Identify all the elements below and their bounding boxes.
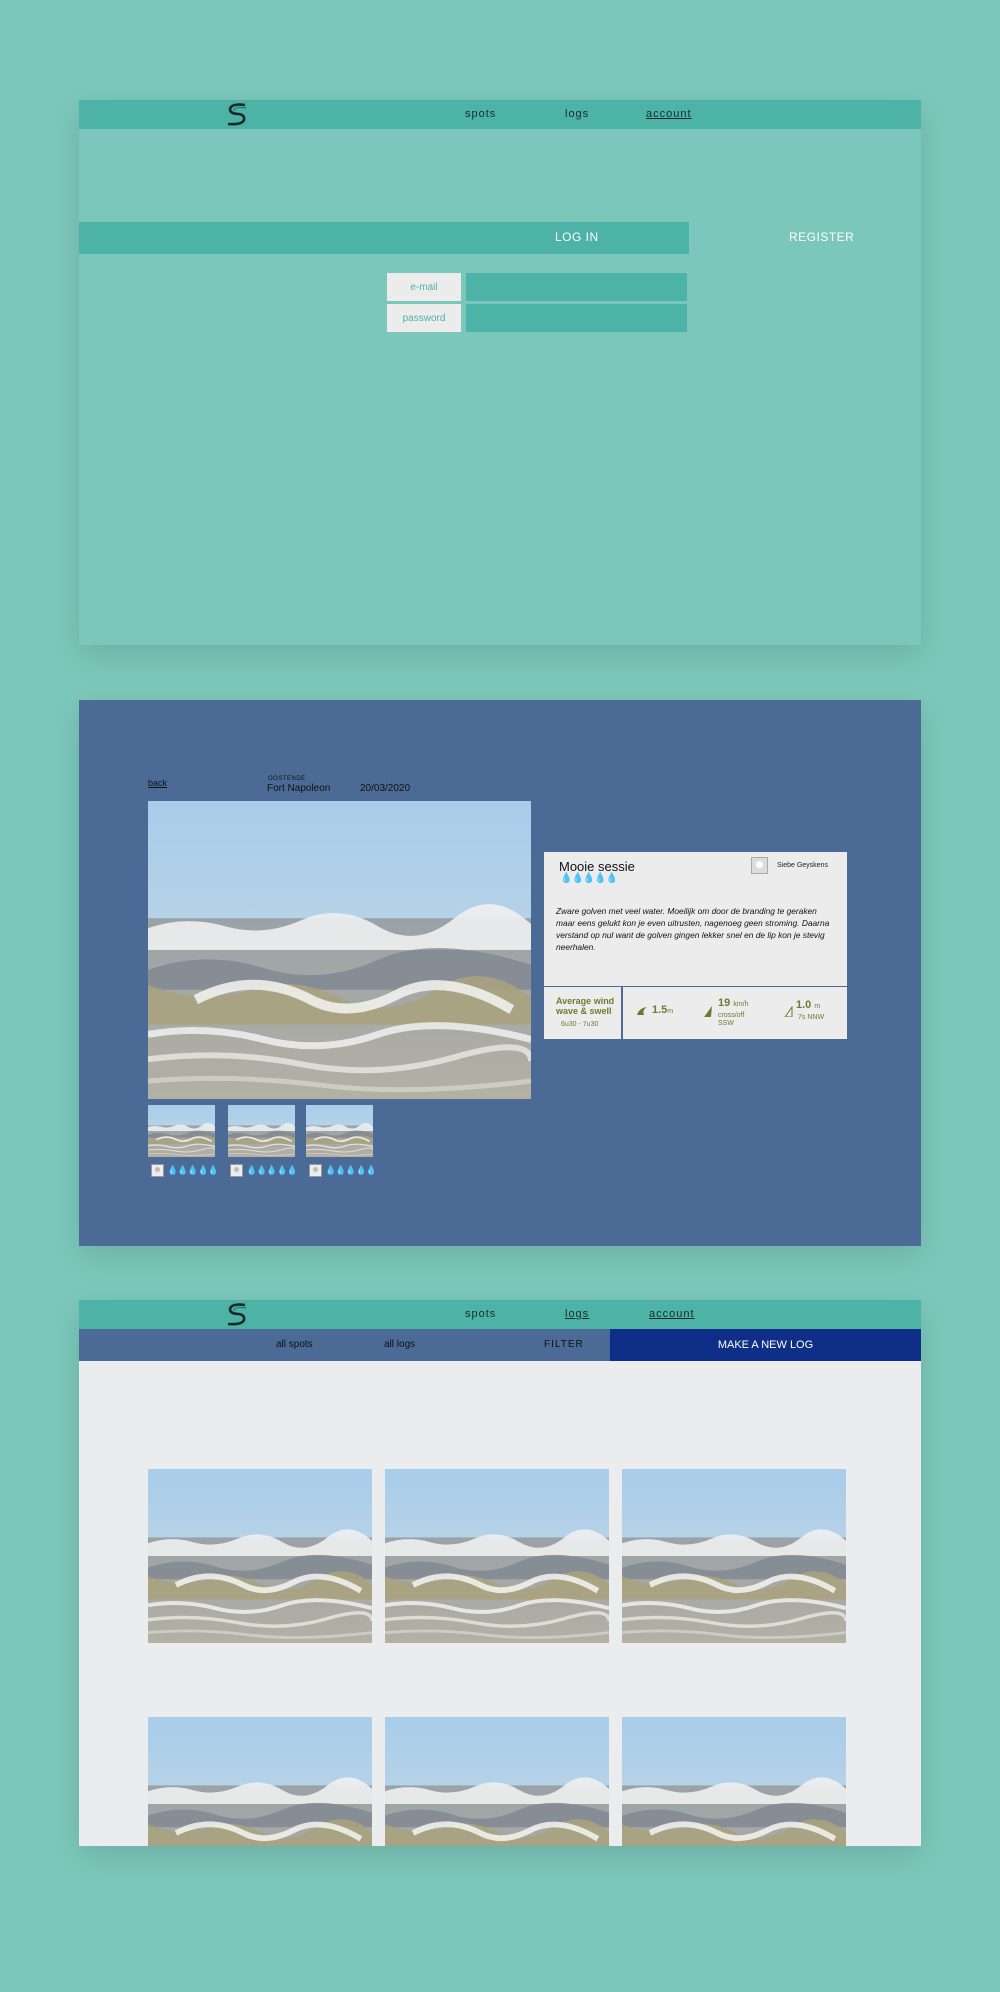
wind-compass: SSW [718, 1020, 734, 1027]
all-logs-link[interactable]: all logs [384, 1339, 415, 1350]
swell-period: 7s NNW [798, 1014, 825, 1021]
swell-height-unit: m [814, 1003, 821, 1010]
password-label: password [387, 304, 461, 332]
log-photo[interactable] [148, 1469, 372, 1643]
conditions-stats: Average wind wave & swell 6u30 - 7u30 1.… [544, 986, 847, 1040]
log-photo[interactable] [385, 1717, 609, 1846]
avatar [151, 1163, 164, 1177]
spot-city: OOSTENDE [268, 776, 306, 782]
logo-icon[interactable] [226, 1303, 248, 1326]
nav-logs[interactable]: logs [565, 1308, 589, 1320]
make-new-log-button[interactable]: MAKE A NEW LOG [610, 1329, 921, 1361]
nav-spots[interactable]: spots [465, 1308, 496, 1320]
stats-label: Average wind wave & swell [556, 996, 615, 1016]
wind-speed-value: 19 [718, 997, 731, 1009]
log-card: Mooie sessie 💧💧💧💧💧 Siebe Geyskens Zware … [544, 852, 847, 1040]
top-navbar: spots logs account [79, 1300, 921, 1329]
rating-drops-icon: 💧💧💧💧💧 [325, 1164, 377, 1175]
rating-drops-icon: 💧💧💧💧💧 [246, 1164, 298, 1175]
thumbnail-meta: 💧💧💧💧💧 [309, 1163, 377, 1177]
log-photo[interactable] [622, 1717, 846, 1846]
thumbnail-photo[interactable] [228, 1105, 295, 1157]
user-name[interactable]: Siebe Geyskens [777, 862, 828, 869]
email-label: e-mail [387, 273, 461, 301]
nav-logs[interactable]: logs [565, 108, 589, 120]
wave-height: 1.5m [652, 1004, 673, 1016]
log-photo[interactable] [385, 1469, 609, 1643]
log-title: Mooie sessie [559, 859, 635, 874]
log-description: Zware golven met veel water. Moeilijk om… [556, 906, 830, 952]
email-field[interactable] [466, 273, 687, 301]
nav-account[interactable]: account [646, 108, 692, 120]
spot-name: Fort Napoleon [267, 783, 331, 794]
stats-time: 6u30 - 7u30 [561, 1021, 599, 1028]
logs-screen: spots logs account all spots all logs FI… [79, 1300, 921, 1846]
log-detail-screen: back OOSTENDE Fort Napoleon 20/03/2020 💧… [79, 700, 921, 1246]
thumbnail-meta: 💧💧💧💧💧 [151, 1163, 219, 1177]
logo-icon[interactable] [226, 103, 248, 126]
back-link[interactable]: back [148, 778, 167, 788]
rating-drops-icon: 💧💧💧💧💧 [167, 1164, 219, 1175]
tab-register[interactable]: REGISTER [789, 230, 854, 244]
nav-spots[interactable]: spots [465, 108, 496, 120]
top-navbar: spots logs account [79, 100, 921, 129]
log-photo[interactable] [148, 1717, 372, 1846]
wind-icon [704, 1006, 712, 1017]
swell-height: 1.0 m [796, 999, 820, 1011]
password-field[interactable] [466, 304, 687, 332]
wave-height-unit: m [667, 1008, 674, 1015]
swell-icon [784, 1006, 793, 1017]
rating-drops-icon: 💧💧💧💧💧 [560, 873, 618, 884]
wind-speed: 19 km/h [718, 997, 748, 1009]
wind-speed-unit: km/h [733, 1001, 749, 1008]
login-screen: spots logs account LOG IN REGISTER e-mai… [79, 100, 921, 645]
avatar [230, 1163, 243, 1177]
wind-direction: cross/off [718, 1012, 745, 1019]
log-date: 20/03/2020 [360, 783, 411, 794]
tab-login[interactable]: LOG IN [555, 230, 599, 244]
wave-height-value: 1.5 [652, 1004, 668, 1016]
all-spots-link[interactable]: all spots [276, 1339, 313, 1350]
avatar [309, 1163, 322, 1177]
main-wave-photo [148, 801, 531, 1099]
avatar[interactable] [751, 857, 768, 874]
divider [621, 987, 623, 1040]
thumbnail-meta: 💧💧💧💧💧 [230, 1163, 298, 1177]
wave-icon [637, 1007, 647, 1015]
nav-account[interactable]: account [649, 1308, 695, 1320]
log-photo[interactable] [622, 1469, 846, 1643]
filter-button[interactable]: FILTER [544, 1339, 584, 1350]
thumbnail-photo[interactable] [148, 1105, 215, 1157]
swell-height-value: 1.0 [796, 999, 812, 1011]
thumbnail-photo[interactable] [306, 1105, 373, 1157]
